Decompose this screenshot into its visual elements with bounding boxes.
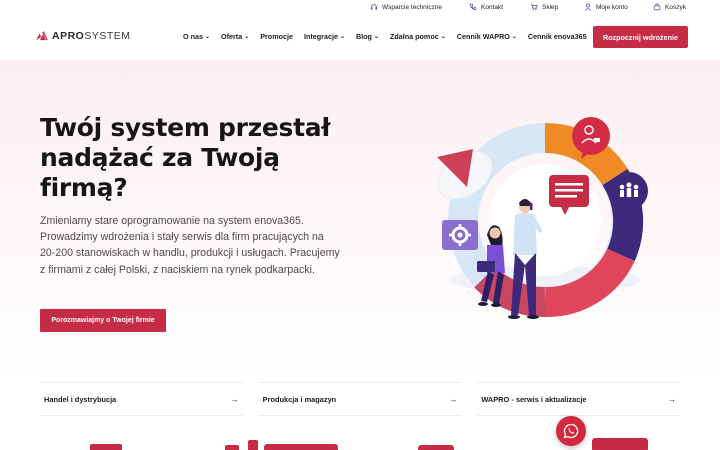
shop-link[interactable]: Sklep [530,3,558,11]
nav-item-o-nas[interactable]: O nas ⌄ [183,32,210,41]
utility-bar: Wsparcie techniczne Kontakt Sklep Moje k… [0,0,720,16]
account-link[interactable]: Moje konto [584,3,628,11]
basket-link[interactable]: Koszyk [653,3,686,11]
contact-link[interactable]: Kontakt [469,3,503,11]
chevron-down-icon: ⌄ [511,34,517,40]
hero-title: Twój system przestał nadążać za Twoją fi… [40,113,331,202]
chevron-down-icon: ⌄ [244,34,250,40]
logo[interactable]: APROSYSTEM [36,30,131,42]
category-trade-distribution[interactable]: Handel i dystrybucja → [40,382,243,416]
nav-item-zdalna-pomoc[interactable]: Zdalna pomoc ⌄ [390,32,446,41]
apro-logo-icon [36,31,48,41]
phone-icon [469,3,477,10]
hero-description: Zmieniamy stare oprogramowanie na system… [40,215,340,276]
arrow-right-icon: → [668,394,677,404]
whatsapp-chat-button[interactable] [556,416,586,446]
main-nav: O nas ⌄ Oferta ⌄ Promocje Integracje ⌄ Blog… [183,32,587,41]
category-production-warehouse[interactable]: Produkcja i magazyn → [258,382,462,416]
logo-text: APROSYSTEM [52,30,131,42]
arrow-right-icon: → [230,394,239,404]
arrow-right-icon: → [449,394,458,404]
user-icon [584,3,592,11]
chevron-down-icon: ⌄ [373,34,379,40]
nav-item-integracje[interactable]: Integracje ⌄ [304,32,345,41]
nav-item-cennik-wapro[interactable]: Cennik WAPRO ⌄ [457,32,517,41]
chevron-down-icon: ⌄ [440,34,446,40]
chevron-down-icon: ⌄ [339,34,345,40]
contact-label: Kontakt [481,3,504,11]
account-label: Moje konto [596,3,628,11]
nav-item-cennik-enova[interactable]: Cennik enova365 [528,32,587,41]
basket-label: Koszyk [665,3,686,11]
nav-item-blog[interactable]: Blog ⌄ [356,32,379,41]
shop-label: Sklep [542,3,559,11]
headset-icon [370,4,378,10]
support-link[interactable]: Wsparcie techniczne [370,3,442,11]
basket-icon [653,3,661,11]
chevron-down-icon: ⌄ [204,34,211,40]
whatsapp-icon [563,423,579,439]
hero-section: Twój system przestał nadążać za Twoją fi… [0,60,720,382]
contact-cta-button[interactable]: Porozmawiajmy o Twojej firmie [40,309,166,332]
category-links: Handel i dystrybucja → Produkcja i magaz… [40,382,681,416]
cart-icon [530,4,538,11]
settings-gear-icon [442,220,478,250]
nav-item-oferta[interactable]: Oferta ⌄ [221,32,249,41]
main-header: APROSYSTEM O nas ⌄ Oferta ⌄ Promocje Integ… [0,16,720,60]
hero-illustration [437,117,648,319]
stats-section [0,426,720,450]
start-implementation-button[interactable]: Rozpocznij wdrożenie [593,26,688,48]
nav-item-promocje[interactable]: Promocje [260,32,293,41]
category-wapro-service[interactable]: WAPRO - serwis i aktualizacje → [477,382,681,416]
stats-numbers-cropped [90,438,648,450]
support-label: Wsparcie techniczne [382,3,442,11]
